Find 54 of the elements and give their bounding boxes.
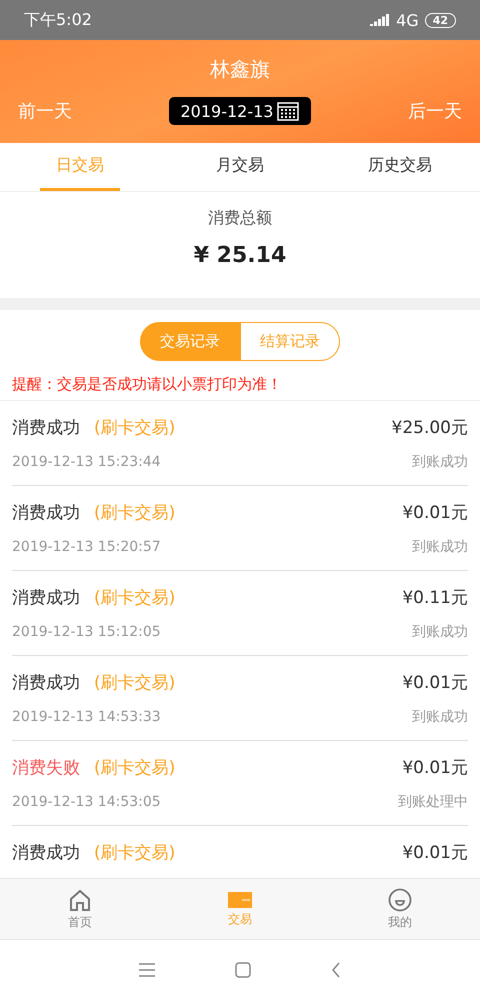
previous-day-link[interactable]: 前一天	[18, 99, 72, 123]
transaction-amount: ¥0.01元	[402, 672, 468, 694]
settlement-status: 到账处理中	[398, 793, 468, 811]
transaction-amount: ¥25.00元	[392, 417, 468, 439]
transaction-type: (刷卡交易)	[94, 418, 176, 438]
card-icon	[228, 890, 252, 908]
menu-icon[interactable]	[139, 962, 155, 976]
transaction-status: 消费成功	[12, 418, 80, 438]
tab[interactable]: 月交易	[200, 143, 280, 191]
transaction-amount: ¥0.01元	[402, 757, 468, 779]
transaction-status: 消费成功	[12, 588, 80, 608]
smiley-icon	[388, 888, 412, 912]
nav-item[interactable]: 首页	[0, 879, 160, 939]
transaction-amount: ¥0.01元	[402, 842, 468, 864]
clock: 下午5:02	[24, 10, 92, 30]
settlement-status: 到账成功	[412, 453, 468, 471]
settlement-status: 到账成功	[412, 708, 468, 726]
date-picker[interactable]: 2019-12-13	[168, 97, 312, 125]
transaction-status: 消费成功	[12, 843, 80, 863]
home-button-icon[interactable]	[235, 962, 251, 978]
transaction-status: 消费失败	[12, 758, 80, 778]
settlement-status: 到账成功	[412, 623, 468, 641]
nav-item[interactable]: 交易	[160, 879, 320, 939]
transaction-time: 2019-12-13 15:20:57	[12, 539, 161, 555]
signal-icon	[370, 14, 390, 26]
segment-tab[interactable]: 交易记录	[140, 322, 240, 361]
network-label: 4G	[396, 10, 419, 30]
settlement-status: 到账成功	[412, 538, 468, 556]
tab[interactable]: 历史交易	[352, 143, 448, 191]
page-title: 林鑫旗	[210, 56, 270, 83]
tab[interactable]: 日交易	[40, 143, 120, 191]
transaction-time: 2019-12-13 15:12:05	[12, 624, 161, 640]
segment-tab[interactable]: 结算记录	[240, 322, 340, 361]
total-amount: ¥ 25.14	[194, 243, 286, 268]
battery-indicator: 42	[424, 12, 456, 28]
transaction-status: 消费成功	[12, 673, 80, 693]
back-icon[interactable]	[331, 962, 341, 978]
transaction-type: (刷卡交易)	[94, 758, 176, 778]
transaction-amount: ¥0.11元	[402, 587, 468, 609]
calendar-icon	[277, 101, 300, 121]
transaction-time: 2019-12-13 14:53:33	[12, 709, 161, 725]
transaction-amount: ¥0.01元	[402, 502, 468, 524]
transaction-type: (刷卡交易)	[94, 843, 176, 863]
nav-item[interactable]: 我的	[320, 879, 480, 939]
notice-text: 提醒：交易是否成功请以小票打印为准！	[0, 361, 480, 401]
transaction-time: 2019-12-13 14:53:05	[12, 794, 161, 810]
transaction-type: (刷卡交易)	[94, 503, 176, 523]
transaction-type: (刷卡交易)	[94, 588, 176, 608]
transaction-type: (刷卡交易)	[94, 673, 176, 693]
transaction-status: 消费成功	[12, 503, 80, 523]
next-day-link[interactable]: 后一天	[408, 99, 462, 123]
summary-label: 消费总额	[208, 208, 272, 229]
home-icon	[68, 888, 92, 912]
transaction-time: 2019-12-13 15:23:44	[12, 454, 161, 470]
